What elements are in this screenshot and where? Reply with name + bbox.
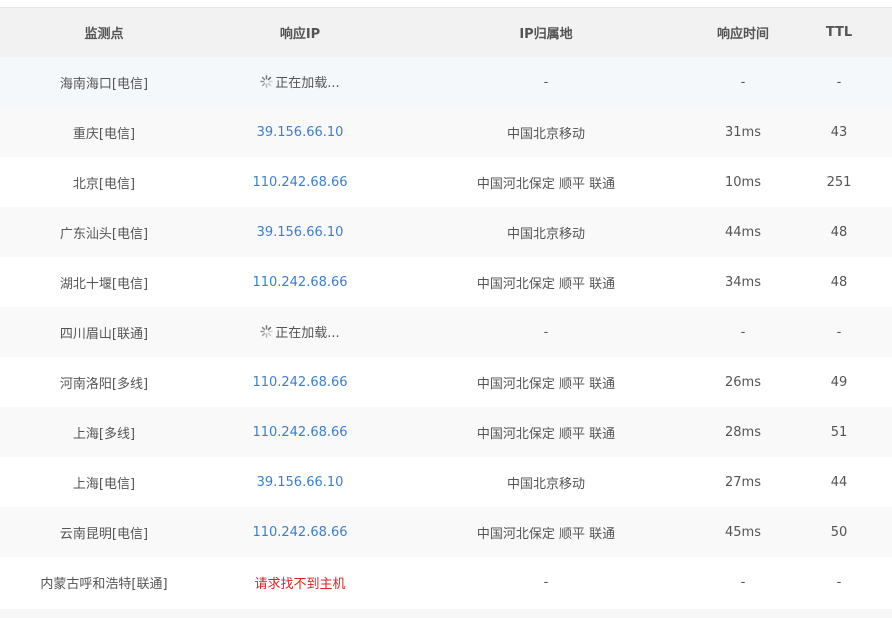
table-header: 监测点 响应IP IP归属地 响应时间 TTL [0,8,892,57]
monitor-point: 上海[多线] [72,426,136,442]
ttl-value: 43 [830,124,848,140]
ip-address-link[interactable]: 110.242.68.66 [252,275,347,290]
response-time: 28ms [725,424,761,440]
header-ttl: TTL [825,25,853,40]
ip-location: 中国河北保定 顺平 联通 [476,426,616,442]
monitor-point: 上海[电信] [72,476,136,492]
table-row: 海南海口[电信] 正在加载... - - - [0,57,892,107]
response-ip-cell: 正在加载... [208,307,392,357]
ttl-value: - [836,324,842,340]
table-row: 北京[电信] 110.242.68.66 中国河北保定 顺平 联通 10ms 251 [0,157,892,207]
response-time: 45ms [725,524,761,540]
table-row: 重庆[电信] 39.156.66.10 中国北京移动 31ms 43 [0,107,892,157]
ip-location: 中国河北保定 顺平 联通 [476,276,616,292]
ip-location: 中国北京移动 [506,476,585,492]
response-ip-cell: 110.242.68.66 [208,507,392,557]
ip-location: 中国河北保定 顺平 联通 [476,176,616,192]
monitor-point: 河南洛阳[多线] [59,376,149,392]
response-time: - [740,574,746,590]
header-ip-location: IP归属地 [519,27,573,42]
table-row: 上海[电信] 39.156.66.10 中国北京移动 27ms 44 [0,457,892,507]
loading-indicator: 正在加载... [260,322,340,341]
ttl-value: - [836,74,842,90]
table-row: 河南洛阳[多线] 110.242.68.66 中国河北保定 顺平 联通 26ms 49 [0,357,892,407]
monitor-point: 内蒙古呼和浩特[联通] [40,576,168,592]
response-time: - [740,324,746,340]
ip-address-link[interactable]: 110.242.68.66 [252,525,347,540]
ttl-value: 251 [826,174,852,190]
response-ip-cell: 110.242.68.66 [208,407,392,457]
table-row: 湖北十堰[电信] 110.242.68.66 中国河北保定 顺平 联通 34ms 48 [0,257,892,307]
ip-address-link[interactable]: 110.242.68.66 [252,375,347,390]
ip-address-link[interactable]: 39.156.66.10 [257,225,344,240]
ttl-value: 50 [830,524,848,540]
monitor-point: 湖北十堰[电信] [59,276,149,292]
response-time: 31ms [725,124,761,140]
loading-text: 正在加载... [275,76,340,91]
monitor-point: 四川眉山[联通] [59,326,149,342]
error-message: 请求找不到主机 [254,576,346,592]
table-row: 内蒙古呼和浩特[联通] 请求找不到主机 - - - [0,557,892,607]
response-time: - [740,74,746,90]
response-ip-cell: 110.242.68.66 [208,157,392,207]
ping-results-table: 监测点 响应IP IP归属地 响应时间 TTL 海南海口[电信] 正在加载... - - - 重庆… [0,8,892,607]
response-time: 26ms [725,374,761,390]
ttl-value: 48 [830,274,848,290]
response-ip-cell: 正在加载... [208,57,392,107]
monitor-point: 广东汕头[电信] [59,226,149,242]
response-time: 44ms [725,224,761,240]
ttl-value: - [836,574,842,590]
loading-spinner-icon [260,325,274,338]
monitor-point: 重庆[电信] [72,126,136,142]
header-row: 监测点 响应IP IP归属地 响应时间 TTL [0,8,892,57]
header-monitor: 监测点 [84,27,124,42]
table-footer-strip [0,609,892,618]
monitor-point: 北京[电信] [72,176,136,192]
table-row: 云南昆明[电信] 110.242.68.66 中国河北保定 顺平 联通 45ms 50 [0,507,892,557]
response-ip-cell: 110.242.68.66 [208,257,392,307]
response-ip-cell: 39.156.66.10 [208,207,392,257]
ip-location: - [543,324,549,340]
table-row: 四川眉山[联通] 正在加载... - - - [0,307,892,357]
monitor-point: 海南海口[电信] [59,76,149,92]
response-time: 10ms [725,174,761,190]
monitor-point: 云南昆明[电信] [59,526,149,542]
ttl-value: 44 [830,474,848,490]
response-ip-cell: 110.242.68.66 [208,357,392,407]
ip-location: 中国北京移动 [506,126,585,142]
ip-address-link[interactable]: 39.156.66.10 [257,125,344,140]
header-response-ip: 响应IP [279,27,321,42]
ip-location: - [543,574,549,590]
ip-location: 中国河北保定 顺平 联通 [476,526,616,542]
ttl-value: 51 [830,424,848,440]
ip-location: 中国河北保定 顺平 联通 [476,376,616,392]
ip-address-link[interactable]: 39.156.66.10 [257,475,344,490]
response-ip-cell: 39.156.66.10 [208,457,392,507]
ttl-value: 49 [830,374,848,390]
response-ip-cell: 请求找不到主机 [208,557,392,607]
response-time: 34ms [725,274,761,290]
table-body: 海南海口[电信] 正在加载... - - - 重庆[电信] 39.156.66.10 中国北京… [0,57,892,607]
table-row: 广东汕头[电信] 39.156.66.10 中国北京移动 44ms 48 [0,207,892,257]
ip-address-link[interactable]: 110.242.68.66 [252,425,347,440]
ip-location: - [543,74,549,90]
header-response-time: 响应时间 [716,27,769,42]
ping-results-panel: 监测点 响应IP IP归属地 响应时间 TTL 海南海口[电信] 正在加载... - - - 重庆… [0,7,892,610]
ip-location: 中国北京移动 [506,226,585,242]
ip-address-link[interactable]: 110.242.68.66 [252,175,347,190]
table-row: 上海[多线] 110.242.68.66 中国河北保定 顺平 联通 28ms 51 [0,407,892,457]
loading-indicator: 正在加载... [260,72,340,91]
response-ip-cell: 39.156.66.10 [208,107,392,157]
ttl-value: 48 [830,224,848,240]
response-time: 27ms [725,474,761,490]
loading-spinner-icon [260,75,274,88]
loading-text: 正在加载... [275,326,340,341]
